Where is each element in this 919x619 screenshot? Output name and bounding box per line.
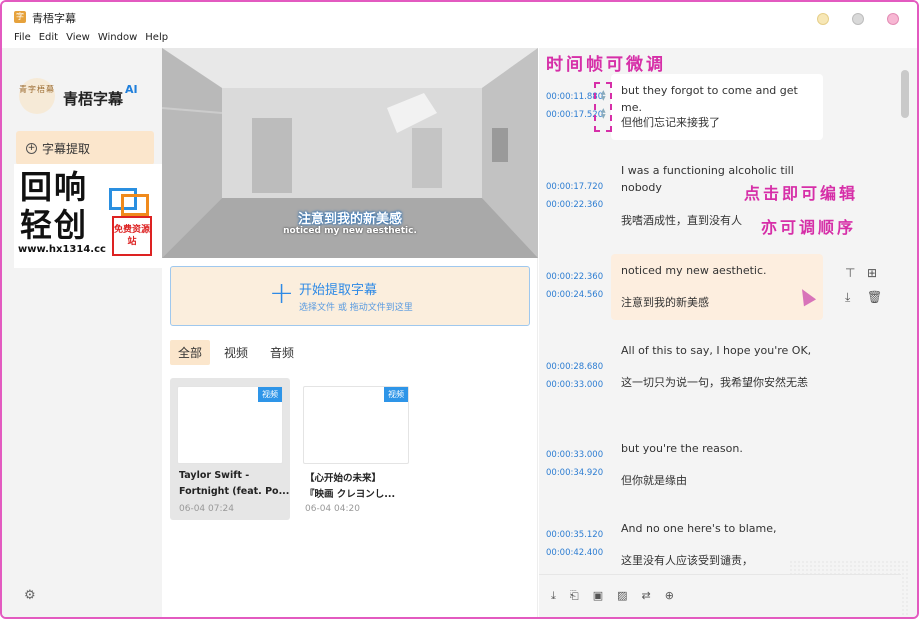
center-panel: 注意到我的新美感 noticed my new aesthetic. + 开始提…: [162, 48, 538, 617]
media-title-line-1: Taylor Swift -: [179, 470, 250, 481]
image-export-icon[interactable]: ▨: [617, 589, 627, 602]
segment-end-time[interactable]: 00:00:22.360: [546, 200, 603, 210]
segment-start-time[interactable]: 00:00:35.120: [546, 530, 603, 540]
media-type-badge: 视频: [384, 387, 408, 402]
segment-text-zh[interactable]: 注意到我的新美感: [621, 294, 821, 311]
dropzone-subtitle: 选择文件 或 拖动文件到这里: [299, 303, 413, 313]
segment-text-zh[interactable]: 但他们忘记来接我了: [621, 114, 821, 131]
annotation-click-edit: 点击即可编辑: [744, 184, 859, 203]
app-icon: 字: [14, 11, 26, 23]
menu-file[interactable]: File: [14, 32, 31, 48]
media-thumbnail: 视频: [177, 386, 283, 464]
app-window: 字 青梧字幕 File Edit View Window Help 青字梧幕 青…: [0, 0, 919, 619]
video-subtitle-en: noticed my new aesthetic.: [283, 226, 417, 236]
subtitle-segment[interactable]: 00:00:28.680 00:00:33.000 All of this to…: [539, 334, 901, 414]
app-logo: 青字梧幕: [19, 78, 55, 114]
subtitle-segment[interactable]: 00:00:22.360 00:00:24.560 noticed my new…: [539, 252, 901, 322]
menu-help[interactable]: Help: [145, 32, 168, 48]
video-subtitle-zh: 注意到我的新美感: [297, 212, 402, 227]
grid-icon[interactable]: ⊞: [867, 266, 877, 280]
subtitle-editor-panel: 时间帧可微调 00:00:11.880 00:00:17.520 ▲ ▼ ▲ ▼ b…: [539, 48, 917, 617]
segment-text-en[interactable]: And no one here's to blame,: [621, 520, 821, 537]
media-thumbnail: 视频: [303, 386, 409, 464]
segment-text-en[interactable]: but you're the reason.: [621, 440, 821, 457]
annotation-reorder: 亦可调顺序: [761, 218, 857, 237]
media-date: 06-04 07:24: [179, 504, 234, 514]
sidebar-item-subtitle-extract[interactable]: + 字幕提取: [16, 131, 154, 165]
file-dropzone[interactable]: + 开始提取字幕 选择文件 或 拖动文件到这里: [170, 266, 530, 326]
plus-circle-icon: +: [26, 142, 37, 154]
brand-ai-badge: AI: [125, 83, 138, 96]
sidebar-item-label: 字幕提取: [42, 141, 91, 156]
brand-name: 青梧字幕: [63, 90, 124, 108]
maximize-button[interactable]: [852, 13, 864, 25]
highlight-box: [594, 82, 612, 132]
editor-toolbar: ⤓ ⎗ ▣ ▨ ⇄ ⊕: [539, 574, 901, 616]
subtitle-segment[interactable]: 00:00:33.000 00:00:34.920 but you're the…: [539, 432, 901, 496]
media-card[interactable]: 视频 【心开始の未来】 『映画 クレヨンし... 06-04 04:20: [296, 378, 416, 520]
target-icon[interactable]: ⊕: [665, 589, 674, 602]
segment-start-time[interactable]: 00:00:28.680: [546, 362, 603, 372]
watermark-line-2: 轻创: [20, 206, 89, 244]
media-filter-tabs: 全部 视频 音频: [170, 340, 302, 365]
menu-edit[interactable]: Edit: [39, 32, 58, 48]
insert-below-icon[interactable]: ⤓: [845, 290, 850, 305]
menu-window[interactable]: Window: [98, 32, 137, 48]
subtitle-segment[interactable]: 00:00:11.880 00:00:17.520 ▲ ▼ ▲ ▼ but they…: [539, 72, 901, 144]
segment-text-en[interactable]: but they forgot to come and get me.: [621, 82, 821, 116]
watermark-url: www.hx1314.cc: [18, 244, 106, 255]
segment-text-zh[interactable]: 这一切只为说一句，我希望你安然无恙: [621, 374, 821, 391]
segment-end-time[interactable]: 00:00:24.560: [546, 290, 603, 300]
media-date: 06-04 04:20: [305, 504, 360, 514]
segment-end-time[interactable]: 00:00:34.920: [546, 468, 603, 478]
watermark-badge: 免费资源站: [112, 216, 152, 256]
segment-start-time[interactable]: 00:00:33.000: [546, 450, 603, 460]
media-card[interactable]: 视频 Taylor Swift - Fortnight (feat. Po...…: [170, 378, 290, 520]
minimize-button[interactable]: [817, 13, 829, 25]
title-bar: 字 青梧字幕: [2, 2, 917, 32]
segment-start-time[interactable]: 00:00:17.720: [546, 182, 603, 192]
window-title: 青梧字幕: [32, 12, 76, 25]
scrollbar[interactable]: [901, 70, 909, 118]
close-button[interactable]: [887, 13, 899, 25]
media-title-line-1: 【心开始の未来】: [305, 473, 382, 484]
swap-icon[interactable]: ⇄: [642, 589, 651, 602]
watermark-logo-icon: [109, 188, 149, 218]
menu-view[interactable]: View: [66, 32, 90, 48]
import-icon[interactable]: ⎗: [570, 589, 579, 603]
subtitle-box-icon[interactable]: ▣: [593, 589, 603, 602]
watermark: 回响 轻创 www.hx1314.cc 免费资源站: [14, 164, 162, 268]
tab-video[interactable]: 视频: [216, 340, 256, 365]
segment-end-time[interactable]: 00:00:42.400: [546, 548, 603, 558]
sidebar: 青字梧幕 青梧字幕 AI + 字幕提取 ⚙: [2, 48, 162, 617]
tab-all[interactable]: 全部: [170, 340, 211, 365]
segment-text-en[interactable]: All of this to say, I hope you're OK,: [621, 342, 821, 359]
segment-text-en[interactable]: noticed my new aesthetic.: [621, 262, 821, 279]
segment-start-time[interactable]: 00:00:22.360: [546, 272, 603, 282]
export-icon[interactable]: ⤓: [551, 589, 556, 603]
dropzone-title: 开始提取字幕: [299, 283, 378, 298]
plus-icon: +: [269, 276, 295, 311]
text-top-icon[interactable]: ⊤: [845, 266, 855, 280]
media-type-badge: 视频: [258, 387, 282, 402]
segment-end-time[interactable]: 00:00:33.000: [546, 380, 603, 390]
video-player[interactable]: 注意到我的新美感 noticed my new aesthetic.: [162, 48, 538, 258]
menu-bar: File Edit View Window Help: [2, 32, 917, 48]
media-title-line-2: Fortnight (feat. Po...: [179, 486, 290, 497]
trash-icon[interactable]: 🗑: [867, 290, 882, 304]
tab-audio[interactable]: 音频: [262, 340, 302, 365]
media-title-line-2: 『映画 クレヨンし...: [305, 489, 396, 500]
gear-icon[interactable]: ⚙: [24, 588, 36, 603]
segment-text-zh[interactable]: 但你就是缘由: [621, 472, 821, 489]
